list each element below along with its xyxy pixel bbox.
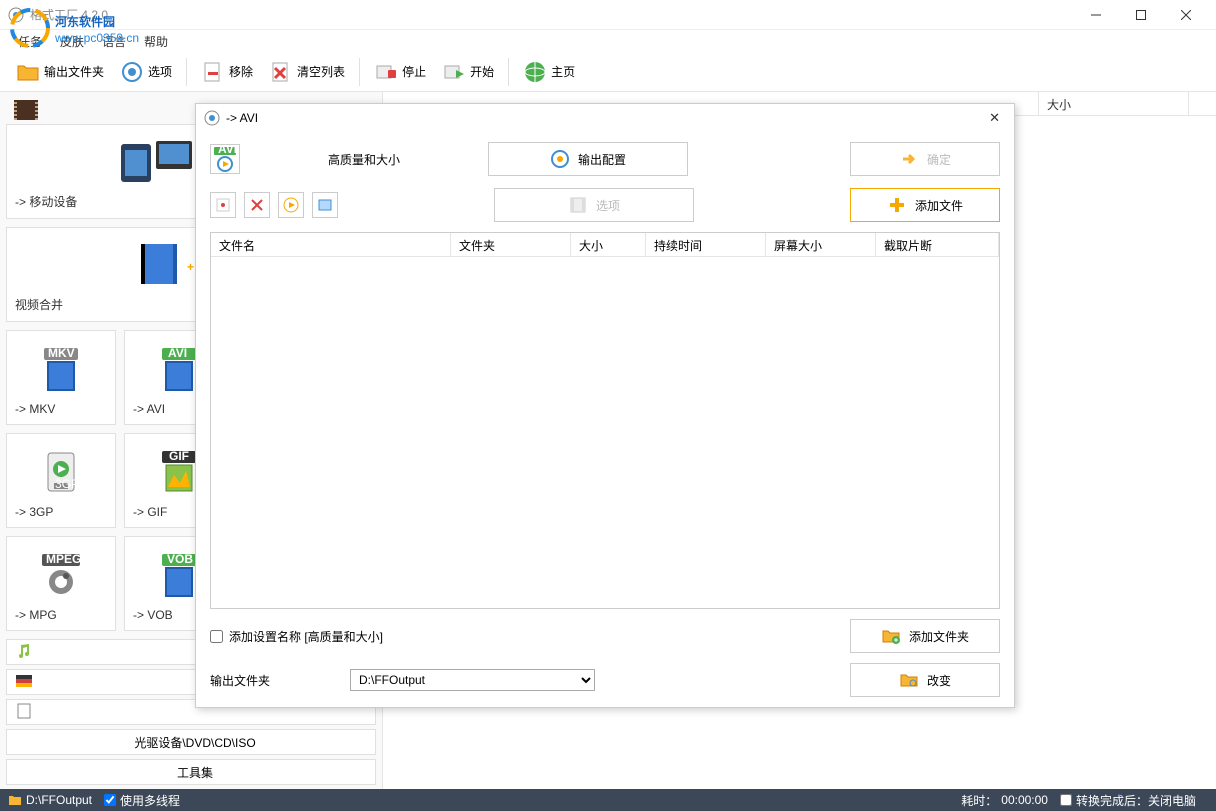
col-duration[interactable]: 持续时间 xyxy=(646,233,766,256)
folder-icon xyxy=(16,60,40,84)
folder-plus-icon xyxy=(881,626,901,646)
folder-icon xyxy=(8,793,22,807)
window-title: 格式工厂 4.2.0 xyxy=(30,6,1073,23)
add-setting-name-row[interactable]: 添加设置名称 [高质量和大小] xyxy=(210,628,383,645)
dialog-icon xyxy=(204,110,220,126)
svg-text:MPEG: MPEG xyxy=(46,552,81,566)
remove-button[interactable]: 移除 xyxy=(195,56,259,88)
svg-text:VOB: VOB xyxy=(167,552,193,566)
accordion-optical[interactable]: 光驱设备\DVD\CD\ISO xyxy=(6,729,376,755)
dialog-titlebar: -> AVI ✕ xyxy=(196,104,1014,132)
menu-help[interactable]: 帮助 xyxy=(136,31,176,52)
info-button[interactable] xyxy=(312,192,338,218)
status-output-path[interactable]: D:\FFOutput xyxy=(8,793,92,807)
start-button[interactable]: 开始 xyxy=(436,56,500,88)
col-folder[interactable]: 文件夹 xyxy=(451,233,571,256)
col-clip[interactable]: 截取片断 xyxy=(876,233,999,256)
menu-language[interactable]: 语言 xyxy=(94,31,134,52)
delete-icon xyxy=(249,197,265,213)
card-mkv[interactable]: MKV -> MKV xyxy=(6,330,116,425)
card-3gp[interactable]: 3GP -> 3GP xyxy=(6,433,116,528)
add-folder-button[interactable]: 添加文件夹 xyxy=(850,619,1000,653)
menu-skin[interactable]: 皮肤 xyxy=(52,31,92,52)
play-button[interactable] xyxy=(278,192,304,218)
window-controls xyxy=(1073,1,1208,29)
menu-task[interactable]: 任务 xyxy=(10,31,50,52)
shutdown-checkbox[interactable] xyxy=(1060,794,1072,806)
output-folder-button[interactable]: 输出文件夹 xyxy=(10,56,110,88)
delete-button[interactable] xyxy=(244,192,270,218)
clear-icon xyxy=(269,60,293,84)
clip-button[interactable] xyxy=(210,192,236,218)
close-button[interactable] xyxy=(1163,1,1208,29)
file-table[interactable]: 文件名 文件夹 大小 持续时间 屏幕大小 截取片断 xyxy=(210,232,1000,609)
plus-icon xyxy=(887,195,907,215)
mpg-icon: MPEG xyxy=(15,545,107,604)
arrow-right-icon xyxy=(899,149,919,169)
col-filename[interactable]: 文件名 xyxy=(211,233,451,256)
dialog-close-button[interactable]: ✕ xyxy=(983,108,1006,128)
avi-format-badge: AVI xyxy=(210,144,240,174)
clear-list-button[interactable]: 清空列表 xyxy=(263,56,351,88)
titlebar: 格式工厂 4.2.0 xyxy=(0,0,1216,30)
multithread-checkbox[interactable] xyxy=(104,794,116,806)
output-config-button[interactable]: 输出配置 xyxy=(488,142,688,176)
globe-icon xyxy=(523,60,547,84)
svg-text:3GP: 3GP xyxy=(55,477,79,491)
video-category-icon[interactable] xyxy=(14,100,38,120)
separator xyxy=(186,58,187,86)
add-setting-name-checkbox[interactable] xyxy=(210,630,223,643)
card-mpg[interactable]: MPEG -> MPG xyxy=(6,536,116,631)
options-button[interactable]: 选项 xyxy=(114,56,178,88)
clip-icon xyxy=(215,197,231,213)
dialog-title: -> AVI xyxy=(226,111,258,125)
mkv-icon: MKV xyxy=(15,339,107,398)
stop-icon xyxy=(374,60,398,84)
quality-label: 高质量和大小 xyxy=(254,151,474,168)
output-folder-label: 输出文件夹 xyxy=(210,672,340,689)
dialog-options-button[interactable]: 选项 xyxy=(494,188,694,222)
output-path-select[interactable]: D:\FFOutput xyxy=(350,669,595,691)
remove-icon xyxy=(201,60,225,84)
status-after-convert[interactable]: 转换完成后：关闭电脑 xyxy=(1060,792,1196,809)
status-multithread[interactable]: 使用多线程 xyxy=(104,792,180,809)
gear-icon xyxy=(120,60,144,84)
gp3-icon: 3GP xyxy=(15,442,107,501)
svg-text:MKV: MKV xyxy=(48,346,75,360)
separator xyxy=(508,58,509,86)
separator xyxy=(359,58,360,86)
statusbar: D:\FFOutput 使用多线程 耗时： 00:00:00 转换完成后：关闭电… xyxy=(0,789,1216,811)
folder-search-icon xyxy=(899,670,919,690)
add-file-button[interactable]: 添加文件 xyxy=(850,188,1000,222)
picture-icon xyxy=(15,672,35,692)
change-button[interactable]: 改变 xyxy=(850,663,1000,697)
start-icon xyxy=(442,60,466,84)
music-icon xyxy=(15,642,35,662)
svg-text:+: + xyxy=(187,260,194,274)
content-header-size: 大小 xyxy=(1039,92,1189,115)
svg-text:AVI: AVI xyxy=(218,146,237,156)
status-elapsed: 耗时： 00:00:00 xyxy=(961,792,1048,809)
maximize-button[interactable] xyxy=(1118,1,1163,29)
col-screen-size[interactable]: 屏幕大小 xyxy=(766,233,876,256)
document-icon xyxy=(15,702,35,722)
svg-text:AVI: AVI xyxy=(168,346,187,360)
stop-button[interactable]: 停止 xyxy=(368,56,432,88)
info-icon xyxy=(317,197,333,213)
play-icon xyxy=(283,197,299,213)
film-icon xyxy=(568,195,588,215)
svg-text:GIF: GIF xyxy=(169,449,189,463)
app-icon xyxy=(8,7,24,23)
config-icon xyxy=(550,149,570,169)
menubar: 任务 皮肤 语言 帮助 xyxy=(0,30,1216,52)
col-size[interactable]: 大小 xyxy=(571,233,646,256)
avi-dialog: -> AVI ✕ AVI 高质量和大小 输出配置 确定 xyxy=(195,103,1015,708)
ok-button[interactable]: 确定 xyxy=(850,142,1000,176)
file-table-header: 文件名 文件夹 大小 持续时间 屏幕大小 截取片断 xyxy=(211,233,999,257)
homepage-button[interactable]: 主页 xyxy=(517,56,581,88)
toolbar: 输出文件夹 选项 移除 清空列表 停止 开始 主页 xyxy=(0,52,1216,92)
minimize-button[interactable] xyxy=(1073,1,1118,29)
accordion-tools[interactable]: 工具集 xyxy=(6,759,376,785)
